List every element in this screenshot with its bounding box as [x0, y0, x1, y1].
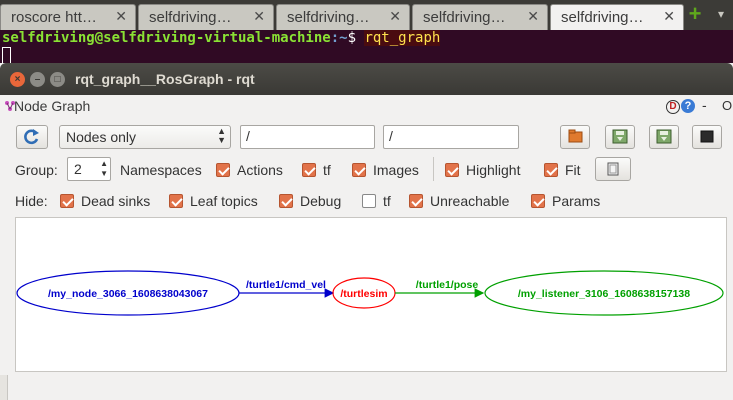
hide-label: Hide:	[15, 193, 48, 209]
fit-in-view-button[interactable]	[595, 157, 631, 181]
prompt-user-host: selfdriving@selfdriving-virtual-machine	[2, 30, 331, 46]
close-tab-icon[interactable]: ✕	[253, 8, 265, 25]
refresh-button[interactable]	[16, 125, 48, 149]
tab-label: selfdriving…	[287, 9, 370, 26]
highlight-label: Highlight	[466, 162, 521, 178]
hide-leaf-topics-label: Leaf topics	[190, 193, 258, 209]
minimize-window-icon[interactable]: –	[30, 72, 45, 87]
images-checkbox[interactable]	[352, 163, 366, 177]
prompt-path: :~	[330, 30, 348, 46]
close-window-icon[interactable]: ×	[10, 72, 25, 87]
tab-label: selfdriving…	[149, 9, 232, 26]
tab-label: selfdriving…	[561, 9, 644, 26]
save-dot-icon	[612, 129, 628, 144]
terminal-tab-2[interactable]: selfdriving… ✕	[138, 4, 274, 30]
updown-arrows-icon: ▲ ▼	[217, 126, 226, 145]
tf-label: tf	[323, 162, 331, 178]
hide-debug-label: Debug	[300, 193, 342, 209]
add-tab-icon[interactable]: +	[686, 3, 704, 25]
graph-node-my-listener-label: /my_listener_3106_1608638157138	[518, 288, 690, 300]
prompt-dollar: $	[347, 30, 365, 46]
terminal-cursor	[2, 47, 11, 64]
terminal-tab-1[interactable]: roscore htt… ✕	[0, 4, 136, 30]
fit-checkbox[interactable]	[544, 163, 558, 177]
load-dot-button[interactable]	[560, 125, 590, 149]
close-plugin-button[interactable]: O	[722, 98, 732, 113]
left-scroll-edge	[0, 375, 8, 400]
graph-node-turtlesim-label: /turtlesim	[340, 288, 387, 300]
screenshot-icon	[700, 130, 714, 143]
close-tab-icon[interactable]: ✕	[389, 8, 401, 25]
options-separator	[433, 157, 434, 181]
terminal-tab-3[interactable]: selfdriving… ✕	[276, 4, 410, 30]
graph-edge-cmd-vel-label: /turtle1/cmd_vel	[246, 279, 326, 291]
highlight-checkbox[interactable]	[445, 163, 459, 177]
hide-debug-checkbox[interactable]	[279, 194, 293, 208]
hide-unreachable-label: Unreachable	[430, 193, 510, 209]
terminal-tab-bar: roscore htt… ✕ selfdriving… ✕ selfdrivin…	[0, 0, 733, 30]
dock-toggle-icon[interactable]: D	[666, 100, 680, 114]
help-icon[interactable]: ?	[681, 99, 695, 113]
hide-params-checkbox[interactable]	[531, 194, 545, 208]
tf-checkbox[interactable]	[302, 163, 316, 177]
hide-tf-label: tf	[383, 193, 391, 209]
topic-filter-input[interactable]: /	[383, 125, 519, 149]
actions-checkbox[interactable]	[216, 163, 230, 177]
command-text: rqt_graph	[364, 30, 441, 46]
close-tab-icon[interactable]: ✕	[115, 8, 127, 25]
group-value: 2	[74, 161, 82, 177]
hide-tf-checkbox[interactable]	[362, 194, 376, 208]
hide-dead-sinks-checkbox[interactable]	[60, 194, 74, 208]
actions-label: Actions	[237, 162, 283, 178]
close-tab-icon[interactable]: ✕	[527, 8, 539, 25]
close-tab-icon[interactable]: ✕	[663, 8, 675, 25]
hide-unreachable-checkbox[interactable]	[409, 194, 423, 208]
screenshot-button[interactable]	[692, 125, 722, 149]
tab-label: selfdriving…	[423, 9, 506, 26]
save-dot-button[interactable]	[605, 125, 635, 149]
refresh-icon	[24, 129, 39, 145]
maximize-window-icon[interactable]: □	[50, 72, 65, 87]
graph-mode-value: Nodes only	[66, 129, 137, 145]
save-image-button[interactable]	[649, 125, 679, 149]
graph-canvas[interactable]: /my_node_3066_1608638043067 /turtle1/cmd…	[15, 217, 727, 372]
window-titlebar[interactable]: × – □ rqt_graph__RosGraph - rqt	[0, 63, 733, 95]
graph-mode-select[interactable]: Nodes only ▲ ▼	[59, 125, 231, 149]
terminal-tab-5-active[interactable]: selfdriving… ✕	[550, 4, 684, 30]
terminal-tab-4[interactable]: selfdriving… ✕	[412, 4, 548, 30]
save-image-icon	[656, 129, 672, 144]
fit-in-view-icon	[607, 162, 619, 176]
tab-label: roscore htt…	[11, 9, 97, 26]
group-spinbox[interactable]: 2 ▲ ▼	[67, 157, 111, 181]
graph-edge-pose-label: /turtle1/pose	[416, 279, 479, 291]
plugin-header: Node Graph D ? - O	[0, 95, 733, 117]
spin-arrows-icon[interactable]: ▲ ▼	[100, 159, 108, 179]
open-folder-icon	[568, 129, 583, 143]
ros-graph-svg[interactable]: /my_node_3066_1608638043067 /turtle1/cmd…	[16, 218, 726, 371]
tab-menu-arrow-icon[interactable]: ▾	[712, 4, 730, 24]
group-label: Group:	[15, 162, 58, 178]
fit-label: Fit	[565, 162, 581, 178]
graph-node-my-node-label: /my_node_3066_1608638043067	[48, 288, 208, 300]
prompt-line: selfdriving@selfdriving-virtual-machine:…	[2, 30, 441, 46]
hide-params-label: Params	[552, 193, 601, 209]
hide-leaf-topics-checkbox[interactable]	[169, 194, 183, 208]
namespaces-label: Namespaces	[120, 162, 202, 178]
images-label: Images	[373, 162, 419, 178]
bottom-area	[0, 375, 733, 400]
hide-dead-sinks-label: Dead sinks	[81, 193, 151, 209]
window-title: rqt_graph__RosGraph - rqt	[75, 71, 255, 87]
node-filter-input[interactable]: /	[240, 125, 375, 149]
plugin-title: Node Graph	[14, 98, 91, 114]
minimize-plugin-button[interactable]: -	[702, 97, 707, 113]
